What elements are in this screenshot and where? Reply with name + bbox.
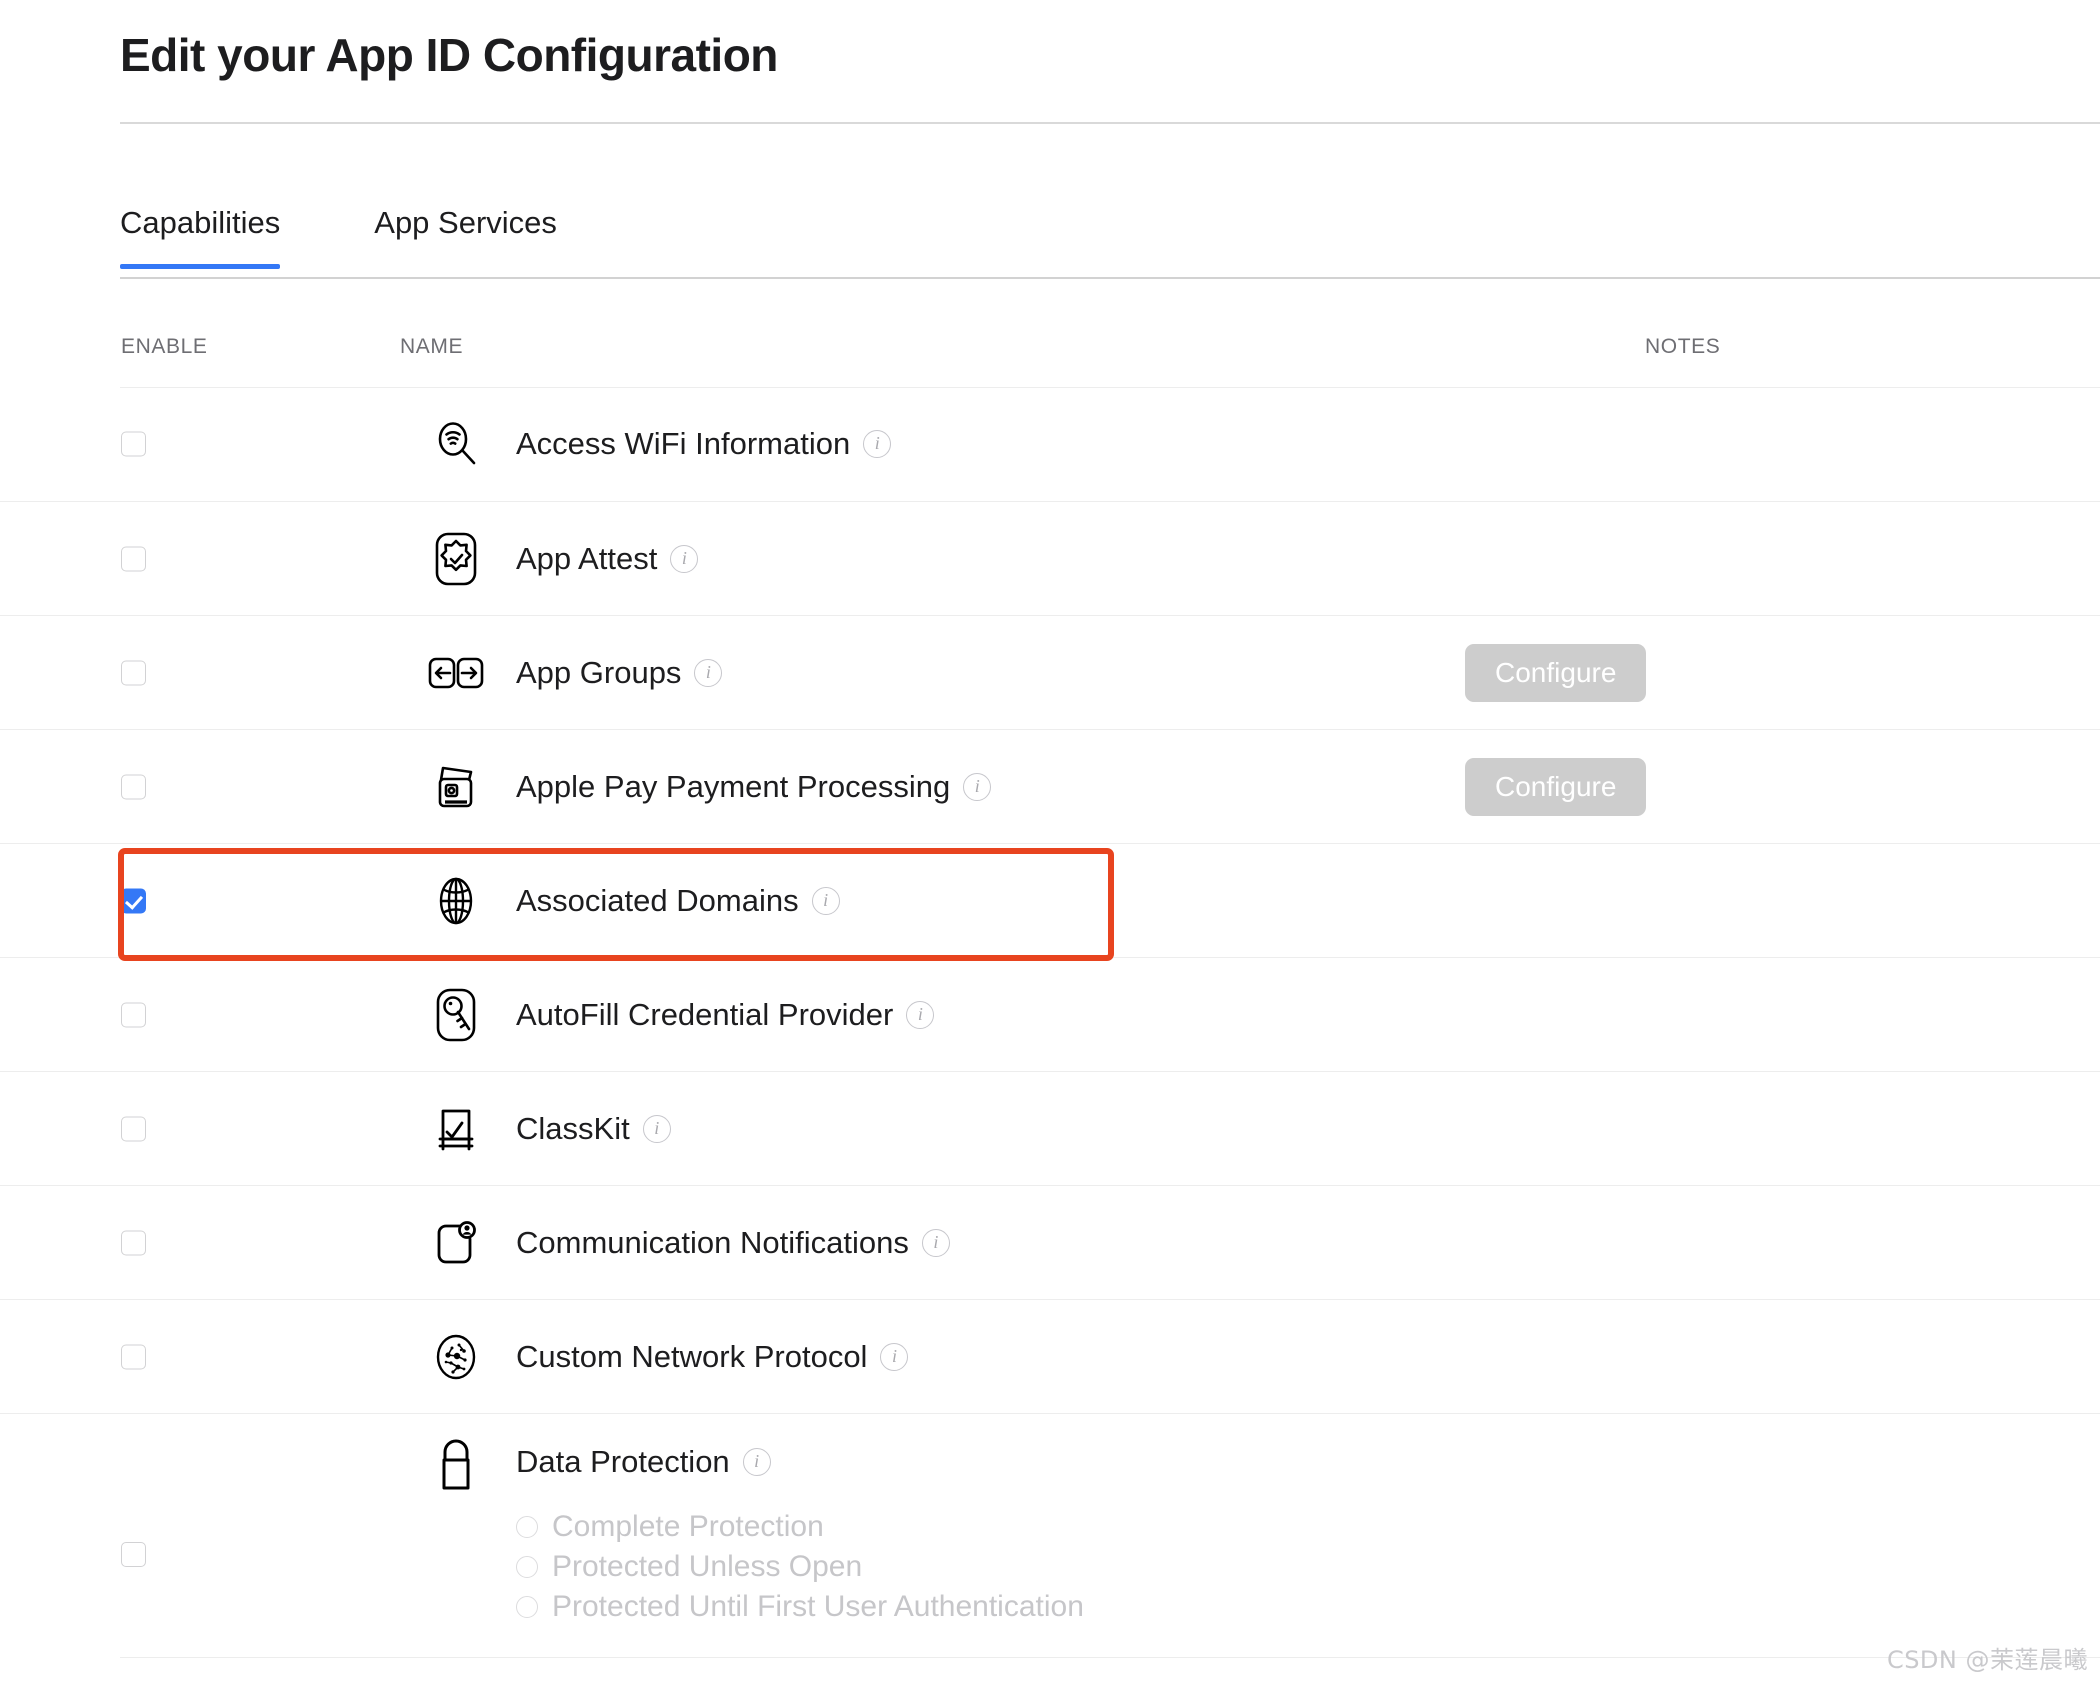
radio-option-label: Protected Unless Open (552, 1550, 862, 1584)
info-icon[interactable]: i (880, 1343, 908, 1371)
capability-label: AutoFill Credential Provider (516, 997, 893, 1033)
apple-pay-wallet-icon (428, 759, 484, 815)
enable-checkbox[interactable] (121, 1344, 146, 1369)
capability-label: Access WiFi Information (516, 426, 850, 462)
app-id-configuration-page: Edit your App ID Configuration Capabilit… (0, 0, 2100, 1686)
capability-name: Communication Notifications i (516, 1225, 950, 1261)
capability-name: Access WiFi Information i (516, 426, 891, 462)
capability-name: Custom Network Protocol i (516, 1339, 908, 1375)
table-row[interactable]: AutoFill Credential Provider i (0, 957, 2100, 1071)
enable-checkbox[interactable] (121, 660, 146, 685)
radio-option-label: Complete Protection (552, 1510, 824, 1544)
watermark: CSDN @茉莲晨曦 (1887, 1640, 2088, 1675)
capability-label: Data Protection (516, 1444, 730, 1480)
radio-icon[interactable] (516, 1516, 538, 1538)
capability-name: Associated Domains i (516, 883, 840, 919)
enable-checkbox[interactable] (121, 1542, 146, 1567)
lock-icon (428, 1436, 484, 1498)
capability-label: Communication Notifications (516, 1225, 909, 1261)
key-card-icon (428, 987, 484, 1043)
table-row[interactable]: Associated Domains i (0, 843, 2100, 957)
tab-capabilities[interactable]: Capabilities (120, 205, 280, 269)
column-header-name: NAME (400, 335, 463, 359)
table-row[interactable]: App Groups i Configure (0, 615, 2100, 729)
globe-icon (428, 873, 484, 929)
capability-label: ClassKit (516, 1111, 630, 1147)
info-icon[interactable]: i (743, 1448, 771, 1476)
radio-option-protected-until-first-user-authentication[interactable]: Protected Until First User Authenticatio… (516, 1587, 1084, 1627)
info-icon[interactable]: i (694, 659, 722, 687)
configure-button[interactable]: Configure (1465, 644, 1646, 702)
enable-checkbox[interactable] (121, 432, 146, 457)
info-icon[interactable]: i (812, 887, 840, 915)
capabilities-table: Access WiFi Information i App Attest i (0, 387, 2100, 1641)
radio-option-label: Protected Until First User Authenticatio… (552, 1590, 1084, 1624)
title-divider (120, 122, 2100, 124)
enable-checkbox[interactable] (121, 1002, 146, 1027)
info-icon[interactable]: i (643, 1115, 671, 1143)
radio-option-complete-protection[interactable]: Complete Protection (516, 1507, 1084, 1547)
configure-button[interactable]: Configure (1465, 758, 1646, 816)
capability-name: Apple Pay Payment Processing i (516, 769, 991, 805)
communication-notifications-icon (428, 1215, 484, 1271)
info-icon[interactable]: i (922, 1229, 950, 1257)
enable-checkbox[interactable] (121, 1116, 146, 1141)
capability-label: Custom Network Protocol (516, 1339, 867, 1375)
capability-name: App Attest i (516, 541, 698, 577)
table-header: ENABLE NAME NOTES (0, 335, 2100, 387)
capability-label: App Attest (516, 541, 657, 577)
capability-name: AutoFill Credential Provider i (516, 997, 934, 1033)
page-title: Edit your App ID Configuration (120, 28, 778, 82)
table-row[interactable]: Communication Notifications i (0, 1185, 2100, 1299)
tab-bar: Capabilities App Services (120, 205, 557, 269)
column-header-notes: NOTES (1645, 335, 1720, 359)
app-groups-arrows-icon (428, 645, 484, 701)
table-row[interactable]: ClassKit i (0, 1071, 2100, 1185)
radio-option-protected-unless-open[interactable]: Protected Unless Open (516, 1547, 1084, 1587)
tab-app-services[interactable]: App Services (374, 205, 557, 269)
custom-network-protocol-icon (428, 1329, 484, 1385)
info-icon[interactable]: i (906, 1001, 934, 1029)
enable-checkbox[interactable] (121, 546, 146, 571)
data-protection-options: Complete Protection Protected Unless Ope… (516, 1507, 1084, 1627)
tab-divider (120, 277, 2100, 279)
radio-icon[interactable] (516, 1556, 538, 1578)
table-row[interactable]: App Attest i (0, 501, 2100, 615)
capability-name: ClassKit i (516, 1111, 671, 1147)
bottom-divider (120, 1657, 2100, 1658)
wifi-magnifier-icon (428, 416, 484, 472)
table-row[interactable]: Custom Network Protocol i (0, 1299, 2100, 1413)
enable-checkbox[interactable] (121, 888, 146, 913)
capability-label: App Groups (516, 655, 681, 691)
table-row[interactable]: Access WiFi Information i (0, 387, 2100, 501)
info-icon[interactable]: i (670, 545, 698, 573)
classkit-board-icon (428, 1101, 484, 1157)
enable-checkbox[interactable] (121, 774, 146, 799)
enable-checkbox[interactable] (121, 1230, 146, 1255)
app-attest-badge-icon (428, 531, 484, 587)
info-icon[interactable]: i (863, 430, 891, 458)
radio-icon[interactable] (516, 1596, 538, 1618)
table-row[interactable]: Data Protection i Complete Protection Pr… (0, 1413, 2100, 1641)
table-row[interactable]: Apple Pay Payment Processing i Configure (0, 729, 2100, 843)
capability-name: Data Protection i (516, 1444, 771, 1480)
capability-name: App Groups i (516, 655, 722, 691)
capability-label: Associated Domains (516, 883, 799, 919)
capability-label: Apple Pay Payment Processing (516, 769, 950, 805)
info-icon[interactable]: i (963, 773, 991, 801)
column-header-enable: ENABLE (121, 335, 207, 359)
